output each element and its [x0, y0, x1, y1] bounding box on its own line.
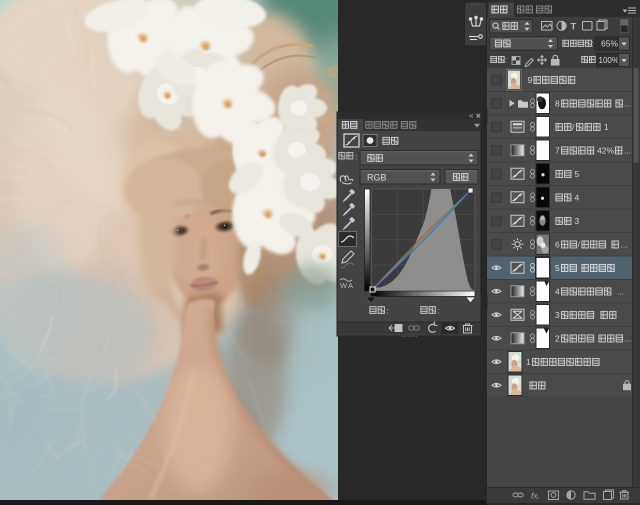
svg-text:W: W [340, 281, 348, 290]
svg-text:3: 3 [555, 310, 560, 320]
svg-text:9: 9 [528, 75, 533, 85]
svg-text::: : [387, 305, 389, 315]
svg-text::: : [505, 56, 507, 65]
svg-text:«: « [469, 111, 474, 120]
svg-text:6: 6 [555, 239, 560, 249]
svg-text:2: 2 [555, 333, 560, 343]
svg-text:...: ... [624, 333, 631, 343]
svg-text:...: ... [621, 239, 628, 249]
svg-text:1: 1 [526, 357, 531, 367]
svg-text:...: ... [624, 98, 631, 108]
svg-text:fx.: fx. [531, 491, 540, 501]
svg-text:...: ... [624, 145, 631, 155]
svg-text:65%: 65% [601, 39, 618, 49]
svg-text:1: 1 [604, 122, 609, 132]
svg-text:...: ... [617, 286, 624, 296]
svg-text:5: 5 [555, 263, 560, 273]
svg-text:3: 3 [575, 216, 580, 226]
svg-text::: : [355, 151, 357, 161]
svg-text:T: T [571, 22, 577, 33]
svg-text:A: A [348, 281, 353, 290]
svg-text::: : [438, 305, 440, 315]
svg-text:7: 7 [555, 145, 560, 155]
svg-text:8: 8 [555, 98, 560, 108]
svg-text:5: 5 [575, 169, 580, 179]
svg-text:4: 4 [555, 286, 560, 296]
svg-text:4: 4 [575, 192, 580, 202]
svg-text:RGB: RGB [367, 172, 387, 182]
svg-text:100%: 100% [599, 56, 619, 65]
svg-text::: : [592, 40, 594, 49]
svg-text:42%: 42% [597, 145, 614, 155]
